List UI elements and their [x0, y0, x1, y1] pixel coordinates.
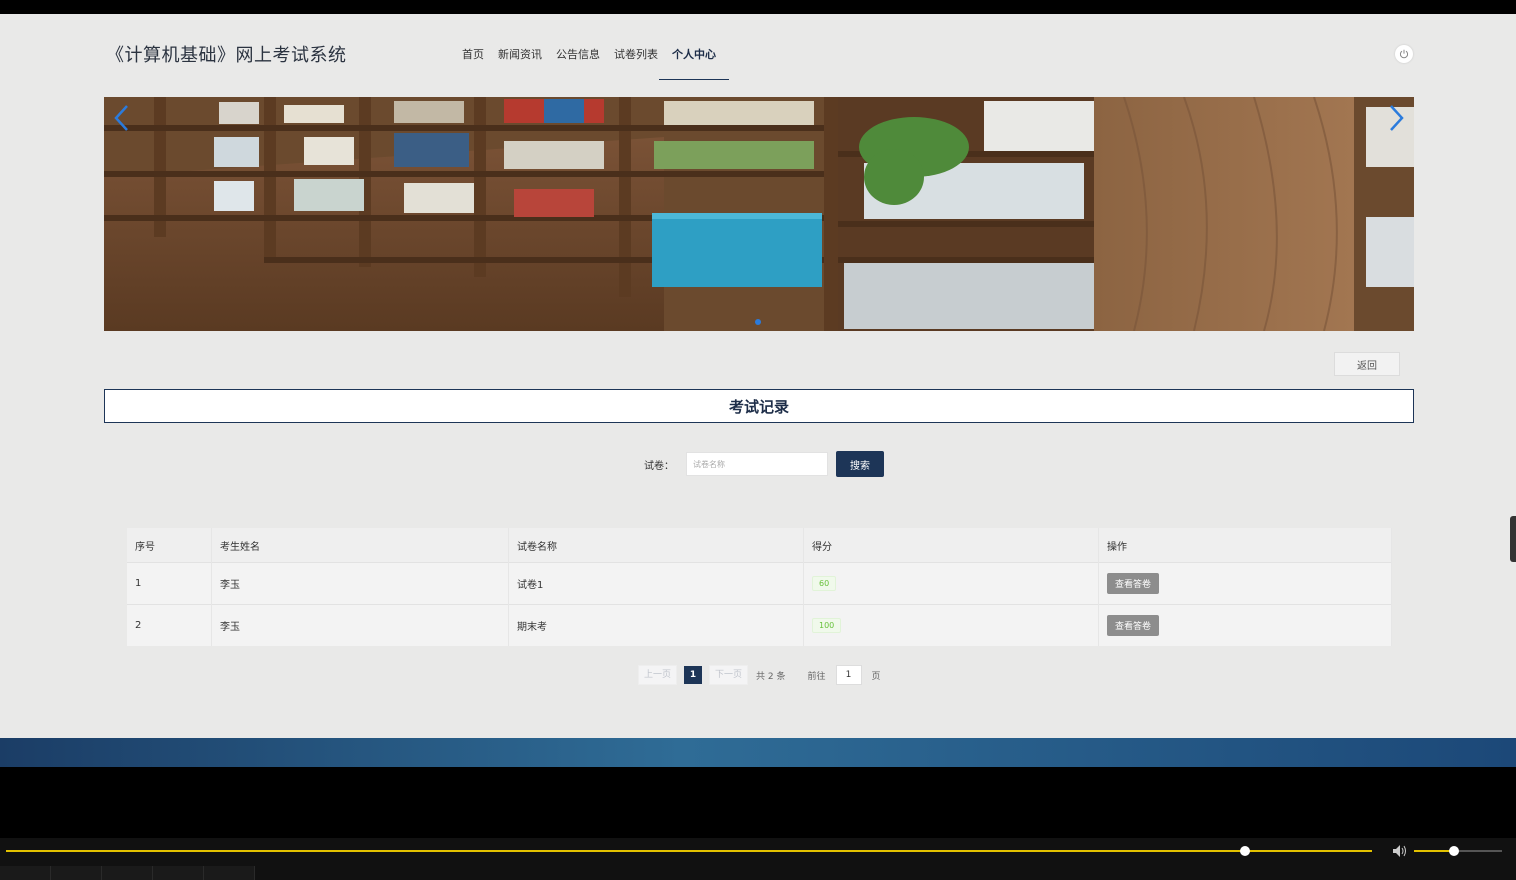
- next-page-button[interactable]: 下一页: [709, 665, 749, 685]
- prev-page-button[interactable]: 上一页: [638, 665, 678, 685]
- goto-page-input[interactable]: 1: [835, 665, 862, 685]
- column-header-name: 考生姓名: [211, 528, 509, 563]
- exam-records-table: 序号 考生姓名 试卷名称 得分 操作 1 李玉 试卷1 60 查看答卷 2 李玉…: [127, 528, 1392, 646]
- table-header-row: 序号 考生姓名 试卷名称 得分 操作: [127, 528, 1392, 563]
- logout-button[interactable]: [1395, 45, 1413, 63]
- player-bottom-strip: [0, 866, 1516, 880]
- table-row: 1 李玉 试卷1 60 查看答卷: [127, 562, 1392, 605]
- back-button[interactable]: 返回: [1334, 352, 1400, 376]
- footer-bar: [0, 738, 1516, 767]
- banner-next-arrow-icon[interactable]: [1386, 103, 1406, 133]
- column-header-paper: 试卷名称: [508, 528, 804, 563]
- pagination-page-unit: 页: [871, 671, 881, 682]
- site-title: 《计算机基础》网上考试系统: [106, 45, 347, 66]
- banner-carousel[interactable]: [104, 97, 1414, 331]
- page: 《计算机基础》网上考试系统 首页 新闻资讯 公告信息 试卷列表 个人中心 返回 …: [0, 14, 1516, 738]
- view-answer-button[interactable]: 查看答卷: [1107, 573, 1160, 594]
- cell-score: 100: [803, 604, 1099, 646]
- pagination: 上一页 1 下一页 共 2 条 前往 1 页: [638, 665, 881, 685]
- nav-item-home[interactable]: 首页: [455, 47, 491, 80]
- pagination-goto-label: 前往: [807, 671, 826, 682]
- cell-action: 查看答卷: [1098, 562, 1392, 605]
- column-header-score: 得分: [803, 528, 1099, 563]
- volume-icon[interactable]: [1392, 844, 1408, 858]
- page-number-current[interactable]: 1: [684, 666, 703, 684]
- cell-name: 李玉: [211, 604, 509, 646]
- volume-slider-knob[interactable]: [1448, 846, 1459, 856]
- nav-item-news[interactable]: 新闻资讯: [491, 47, 549, 80]
- cell-index: 1: [127, 562, 212, 605]
- banner-image: [104, 97, 1414, 331]
- score-badge: 60: [812, 576, 837, 591]
- paper-search-input[interactable]: [686, 452, 828, 476]
- search-button[interactable]: 搜索: [836, 451, 884, 477]
- column-header-action: 操作: [1098, 528, 1392, 563]
- nav-item-personal-center[interactable]: 个人中心: [659, 47, 729, 80]
- playback-progress-knob[interactable]: [1240, 846, 1251, 856]
- column-header-index: 序号: [127, 528, 212, 563]
- score-badge: 100: [812, 618, 842, 633]
- cell-paper: 期末考: [508, 604, 804, 646]
- nav-item-notices[interactable]: 公告信息: [549, 47, 607, 80]
- cell-index: 2: [127, 604, 212, 646]
- view-answer-button[interactable]: 查看答卷: [1107, 615, 1160, 636]
- nav-item-papers[interactable]: 试卷列表: [607, 47, 665, 80]
- volume-slider-fill: [1414, 850, 1454, 852]
- playback-progress-bar[interactable]: [6, 850, 1372, 852]
- banner-dot-indicator[interactable]: [755, 319, 761, 325]
- search-bar: 试卷： 搜索: [644, 451, 884, 477]
- power-icon: [1399, 49, 1409, 59]
- main-nav: 首页 新闻资讯 公告信息 试卷列表 个人中心: [455, 47, 729, 80]
- cell-name: 李玉: [211, 562, 509, 605]
- banner-prev-arrow-icon[interactable]: [112, 103, 132, 133]
- cell-score: 60: [803, 562, 1099, 605]
- cell-action: 查看答卷: [1098, 604, 1392, 646]
- side-scroll-handle[interactable]: [1510, 516, 1516, 562]
- search-label: 试卷：: [644, 460, 674, 472]
- section-title: 考试记录: [104, 389, 1414, 423]
- table-row: 2 李玉 期末考 100 查看答卷: [127, 604, 1392, 646]
- pagination-total: 共 2 条: [756, 671, 786, 682]
- video-player-controls: [0, 838, 1516, 880]
- cell-paper: 试卷1: [508, 562, 804, 605]
